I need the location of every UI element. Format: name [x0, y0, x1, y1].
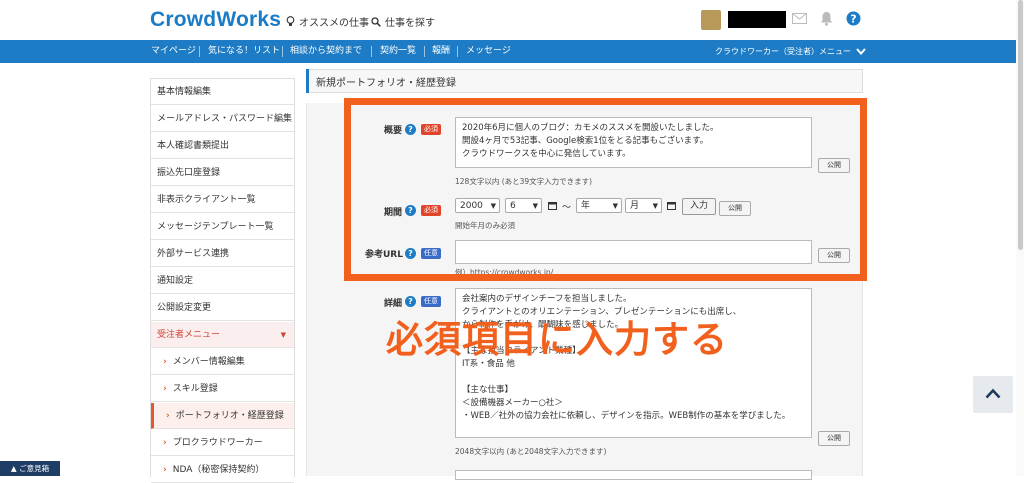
sidebar-item-message-templates[interactable]: メッセージテンプレート一覧 — [151, 214, 294, 240]
sidebar-item-label: メンバー情報編集 — [172, 357, 245, 367]
detail-public-button[interactable]: 公開 — [818, 431, 850, 446]
sidebar-item-label: ポートフォリオ・経歴登録 — [175, 411, 284, 421]
sidebar-item-public-settings[interactable]: 公開設定変更 — [151, 295, 294, 321]
settings-sidebar: 基本情報編集 メールアドレス・パスワード編集 本人確認書類提出 振込先口座登録 … — [150, 78, 295, 483]
feedback-button[interactable]: ▲ ご意見箱 — [0, 461, 60, 476]
recommend-jobs-label: オススメの仕事 — [299, 18, 369, 29]
worker-menu-label: クラウドワーカー（受注者）メニュー — [715, 47, 851, 56]
crowdworks-logo[interactable]: CrowdWorks — [150, 8, 281, 32]
scrollbar-thumb[interactable] — [1018, 0, 1023, 250]
bell-icon[interactable] — [820, 11, 833, 26]
sidebar-item-portfolio[interactable]: › ポートフォリオ・経歴登録 — [151, 403, 294, 429]
detail-char-count: 2048文字以内 (あと2048文字入力できます) — [455, 447, 607, 456]
sidebar-item-label: プロクラウドワーカー — [172, 438, 263, 448]
nav-divider — [282, 46, 283, 57]
worker-menu-section-label: 受注者メニュー — [157, 330, 221, 340]
sidebar-item-label: NDA（秘密保持契約） — [172, 465, 265, 475]
search-jobs-label: 仕事を探す — [385, 18, 435, 29]
help-icon[interactable]: ? — [846, 11, 861, 26]
sidebar-item-external-services[interactable]: 外部サービス連携 — [151, 241, 294, 267]
sidebar-item-nda[interactable]: › NDA（秘密保持契約） — [151, 457, 294, 483]
sidebar-section-worker-menu[interactable]: 受注者メニュー ▼ — [151, 322, 294, 348]
search-icon — [371, 16, 381, 27]
search-jobs-link[interactable]: 仕事を探す — [371, 14, 435, 29]
page-title: 新規ポートフォリオ・経歴登録 — [316, 78, 456, 89]
svg-text:?: ? — [850, 12, 856, 25]
sidebar-item-skills[interactable]: › スキル登録 — [151, 376, 294, 402]
nav-divider — [199, 46, 200, 57]
nav-messages[interactable]: メッセージ — [466, 40, 511, 63]
lightbulb-icon — [286, 16, 295, 26]
chevron-right-icon: › — [163, 465, 167, 475]
avatar[interactable] — [701, 10, 721, 30]
chevron-down-icon — [856, 48, 866, 55]
sidebar-item-identity-documents[interactable]: 本人確認書類提出 — [151, 133, 294, 159]
caret-down-icon: ▼ — [280, 331, 286, 339]
next-field-input[interactable] — [455, 470, 812, 480]
nav-divider — [371, 46, 372, 57]
nav-consult-to-contract[interactable]: 相談から契約まで — [290, 40, 362, 63]
nav-favorites[interactable]: 気になる！リスト — [208, 40, 280, 63]
nav-rewards[interactable]: 報酬 — [432, 40, 450, 63]
sidebar-item-label: スキル登録 — [172, 384, 218, 394]
user-name-redacted[interactable] — [728, 11, 786, 28]
chevron-right-icon: › — [163, 384, 167, 394]
detail-label: 詳細 — [384, 299, 403, 309]
title-accent — [306, 69, 309, 93]
scroll-to-top-button[interactable] — [973, 376, 1013, 413]
sidebar-item-email-password[interactable]: メールアドレス・パスワード編集 — [151, 106, 294, 132]
nav-divider — [424, 46, 425, 57]
optional-badge: 任意 — [421, 296, 441, 307]
help-icon[interactable]: ? — [405, 296, 416, 307]
sidebar-item-bank-account[interactable]: 振込先口座登録 — [151, 160, 294, 186]
recommend-jobs-link[interactable]: オススメの仕事 — [286, 14, 369, 29]
worker-menu-dropdown[interactable]: クラウドワーカー（受注者）メニュー — [715, 40, 866, 63]
required-fields-highlight — [344, 98, 867, 281]
sidebar-item-basic-info[interactable]: 基本情報編集 — [151, 79, 294, 105]
annotation-text: 必須項目に入力する — [386, 318, 728, 361]
nav-contracts[interactable]: 契約一覧 — [380, 40, 416, 63]
chevron-right-icon: › — [166, 411, 170, 421]
sidebar-item-notification-settings[interactable]: 通知設定 — [151, 268, 294, 294]
sidebar-item-member-info[interactable]: › メンバー情報編集 — [151, 349, 294, 375]
sidebar-item-pro-crowdworker[interactable]: › プロクラウドワーカー — [151, 430, 294, 456]
chevron-right-icon: › — [163, 438, 167, 448]
chevron-up-icon — [985, 388, 1001, 399]
nav-divider — [457, 46, 458, 57]
chevron-right-icon: › — [163, 357, 167, 367]
mail-icon[interactable] — [792, 13, 807, 24]
sidebar-item-hidden-clients[interactable]: 非表示クライアント一覧 — [151, 187, 294, 213]
nav-mypage[interactable]: マイページ — [151, 40, 196, 63]
